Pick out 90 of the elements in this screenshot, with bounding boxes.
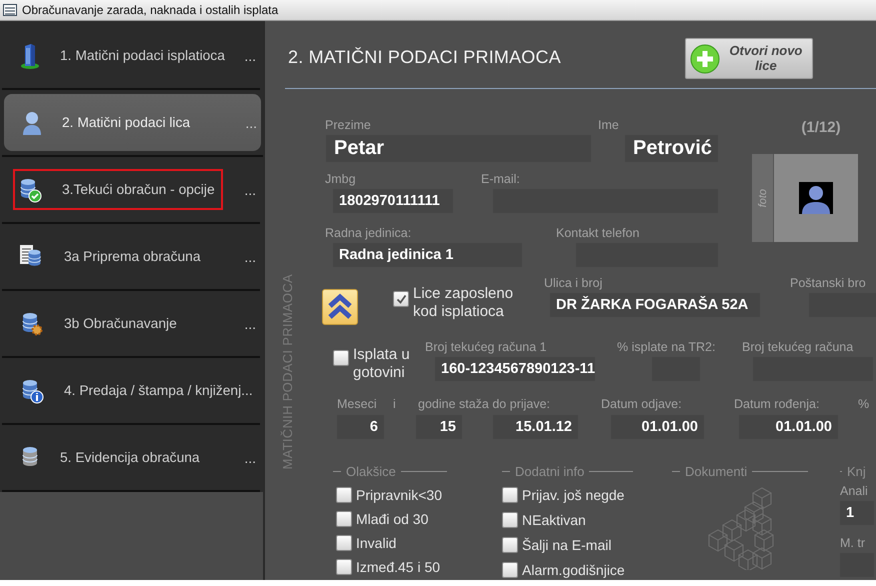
checkbox-label: Prijav. još negde <box>522 486 624 504</box>
sidebar-item[interactable]: 5. Evidencija obračuna ... <box>2 426 260 489</box>
field-label: % <box>858 396 870 412</box>
collapse-button[interactable] <box>322 289 358 325</box>
sidebar-item[interactable]: 3a Priprema obračuna ... <box>2 225 260 288</box>
page-title: 2. MATIČNI PODACI PRIMAOCA <box>288 47 561 68</box>
database-gear-icon <box>20 310 44 336</box>
option-checkbox[interactable]: Šalji na E-mail <box>502 536 633 554</box>
sidebar-item-label: 2. Matični podaci lica <box>62 115 190 130</box>
option-checkbox[interactable]: Invalid <box>336 534 447 552</box>
more-label: ... <box>244 48 256 64</box>
input-field[interactable]: Petrović <box>625 135 718 162</box>
option-checkbox[interactable]: Mlađi od 30 <box>336 510 447 528</box>
field-label: Kontakt telefon <box>556 225 640 241</box>
sidebar-item-label: 3b Obračunavanje <box>64 316 177 331</box>
checkbox-label: NEaktivan <box>522 511 586 529</box>
checkbox-label: Alarm.godišnjice <box>522 561 625 579</box>
database-check-icon <box>18 176 42 202</box>
field-label: Meseci <box>337 396 377 412</box>
input-field[interactable]: Petar <box>326 135 591 162</box>
checkbox-label: Lice zaposleno kod isplatioca <box>413 285 514 321</box>
input-field[interactable]: 01.01.00 <box>739 415 838 439</box>
input-field[interactable]: DR ŽARKA FOGARAŠA 52A <box>550 293 760 317</box>
database-info-icon <box>20 378 44 404</box>
option-checkbox[interactable]: Alarm.godišnjice <box>502 561 633 579</box>
sidebar-item-label: 1. Matični podaci isplatioca <box>60 48 225 63</box>
field-label: Prezime <box>325 117 371 133</box>
employed-checkbox[interactable]: Lice zaposleno kod isplatioca <box>393 285 544 321</box>
checkbox-label: Šalji na E-mail <box>522 536 612 554</box>
checkbox-label: Invalid <box>356 534 396 552</box>
field-label: M. tr <box>840 535 865 551</box>
more-label: ... <box>244 182 256 198</box>
input-field[interactable]: 1 <box>840 501 874 525</box>
field-label: Poštanski bro <box>790 275 866 291</box>
field-label: % isplate na TR2: <box>617 339 716 355</box>
sidebar-item-label: 5. Evidencija obračuna <box>60 450 200 465</box>
record-counter: (1/12) <box>800 119 842 136</box>
photo-label: foto <box>756 188 768 208</box>
field-label: Ulica i broj <box>544 275 602 291</box>
building-icon <box>20 42 40 68</box>
avatar-silhouette-icon <box>799 182 833 214</box>
field-label: Datum rođenja: <box>734 396 820 412</box>
field-label: Broj tekućeg računa <box>742 339 854 355</box>
more-label: ... <box>244 248 256 264</box>
field-label: Broj tekućeg računa 1 <box>425 339 547 355</box>
more-label: ... <box>245 114 257 130</box>
window-icon <box>3 4 17 16</box>
group-title: Olakšice <box>346 464 396 478</box>
option-checkbox[interactable]: Prijav. još negde <box>502 486 633 504</box>
sidebar-item-label: 3.Tekući obračun - opcije <box>62 182 215 197</box>
sidebar-item[interactable]: 3b Obračunavanje ... <box>2 292 260 355</box>
sidebar-item-label: 3a Priprema obračuna <box>64 249 201 264</box>
input-field[interactable]: Radna jedinica 1 <box>333 243 522 267</box>
field-label: Jmbg <box>325 171 356 187</box>
input-field[interactable]: 6 <box>337 415 384 439</box>
field-label: Datum odjave: <box>601 396 682 412</box>
person-icon <box>22 110 42 134</box>
group-title: Knj <box>847 464 866 478</box>
input-field[interactable]: 1802970111111 <box>333 189 453 213</box>
option-checkbox[interactable]: Izmeđ.45 i 50 <box>336 558 447 576</box>
double-chevron-up-icon <box>327 293 353 321</box>
option-checkbox[interactable]: NEaktivan <box>502 511 633 529</box>
more-label: ... <box>244 450 256 466</box>
checkbox-label: Pripravnik<30 <box>356 486 442 504</box>
checkbox-label: Mlađi od 30 <box>356 510 428 528</box>
more-label: ... <box>244 316 256 332</box>
input-field[interactable]: 160-1234567890123-11 <box>435 357 595 381</box>
field-label: Anali <box>840 483 868 499</box>
plus-icon <box>690 44 720 74</box>
checkbox-label: Isplata u gotovini <box>353 346 411 382</box>
sidebar-item[interactable]: 4. Predaja / štampa / knjiženj... <box>2 359 260 422</box>
field-label: godine staža do prijave: <box>418 396 550 412</box>
field-label: i <box>393 396 396 412</box>
sidebar-item[interactable]: 3.Tekući obračun - opcije ... <box>2 158 260 221</box>
option-checkbox[interactable]: Pripravnik<30 <box>336 486 447 504</box>
input-field[interactable]: 01.01.00 <box>611 415 704 439</box>
input-field[interactable]: 15 <box>416 415 462 439</box>
input-field[interactable]: 15.01.12 <box>493 415 578 439</box>
sidebar-item[interactable]: 1. Matični podaci isplatioca ... <box>2 24 260 87</box>
sidebar-item[interactable]: 2. Matični podaci lica ... <box>4 94 261 151</box>
new-person-button[interactable]: Otvori novo lice <box>684 38 813 79</box>
checkbox-label: Izmeđ.45 i 50 <box>356 558 440 576</box>
group-title: Dokumenti <box>685 464 748 478</box>
sidebar-item-label: 4. Predaja / štampa / knjiženj... <box>64 383 253 398</box>
group-title: Dodatni info <box>515 464 584 478</box>
field-label: Radna jedinica: <box>325 225 412 241</box>
window-title: Obračunavanje zarada, naknada i ostalih isplata <box>22 3 278 17</box>
field-label: Ime <box>598 117 619 133</box>
cash-checkbox[interactable]: Isplata u gotovini <box>333 346 425 382</box>
field-label: E-mail: <box>481 171 520 187</box>
